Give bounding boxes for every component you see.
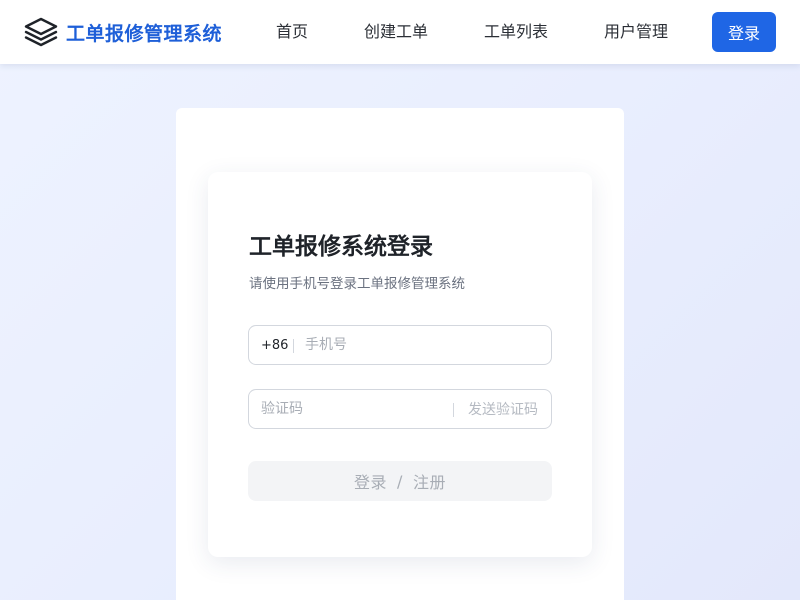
nav-link-create-ticket[interactable]: 创建工单 — [364, 21, 428, 43]
nav-link-home[interactable]: 首页 — [276, 21, 308, 43]
country-code-prefix: +86 — [261, 338, 289, 353]
send-code-divider — [453, 403, 454, 417]
submit-login-label: 登录 — [354, 473, 388, 492]
prefix-divider — [293, 339, 294, 353]
verification-code-input[interactable] — [261, 390, 441, 428]
login-form-subtitle: 请使用手机号登录工单报修管理系统 — [249, 276, 465, 292]
brand-title: 工单报修管理系统 — [66, 22, 223, 45]
login-register-button[interactable]: 登录 / 注册 — [248, 461, 552, 501]
submit-register-label: 注册 — [412, 473, 446, 492]
phone-input[interactable] — [305, 326, 541, 364]
nav-link-ticket-list[interactable]: 工单列表 — [484, 21, 548, 43]
login-form-title: 工单报修系统登录 — [249, 234, 433, 260]
layers-icon — [24, 17, 58, 47]
top-navbar: 工单报修管理系统 首页 创建工单 工单列表 用户管理 登录 — [0, 0, 800, 64]
nav-login-button[interactable]: 登录 — [712, 12, 776, 52]
submit-separator: / — [397, 471, 403, 491]
brand-logo-link[interactable]: 工单报修管理系统 — [24, 16, 222, 48]
nav-link-user-management[interactable]: 用户管理 — [604, 21, 668, 43]
login-form-card: 工单报修系统登录 请使用手机号登录工单报修管理系统 +86 发送验证码 登录 /… — [208, 172, 592, 557]
verification-code-field: 发送验证码 — [248, 389, 552, 429]
send-code-button[interactable]: 发送验证码 — [468, 400, 538, 420]
phone-field: +86 — [248, 325, 552, 365]
